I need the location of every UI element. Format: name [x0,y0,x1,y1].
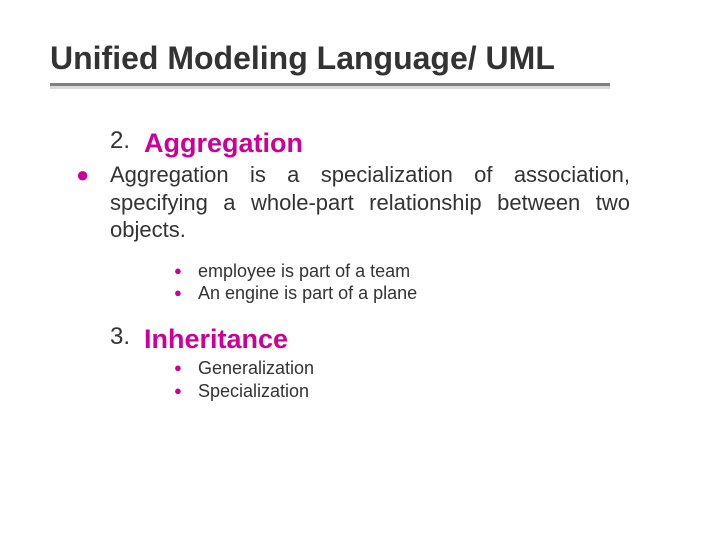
sublist-text: employee is part of a team [198,260,410,283]
bullet-icon: ● [174,380,198,402]
sublist-text: Generalization [198,357,314,380]
sublist-text: Specialization [198,380,309,403]
list-heading: Aggregation [144,127,303,159]
list-number: 2. [110,127,144,155]
slide-title: Unified Modeling Language/ UML [50,40,670,77]
list-item: 2. Aggregation [110,127,630,159]
list-description-row: ● Aggregation is a specialization of ass… [76,161,630,244]
bullet-icon: ● [174,282,198,304]
bullet-icon: ● [174,260,198,282]
list-number: 3. [110,323,144,351]
list-item: 3. Inheritance [110,323,630,355]
sublist: ● Generalization ● Specialization [174,357,630,402]
sublist-item: ● Specialization [174,380,630,403]
slide: Unified Modeling Language/ UML 2. Aggreg… [0,0,720,540]
sublist-text: An engine is part of a plane [198,282,417,305]
list-heading: Inheritance [144,323,288,355]
sublist-item: ● employee is part of a team [174,260,630,283]
slide-body: 2. Aggregation ● Aggregation is a specia… [110,127,630,402]
title-underline [50,83,610,89]
bullet-icon: ● [76,161,110,189]
sublist-item: ● An engine is part of a plane [174,282,630,305]
list-description: Aggregation is a specialization of assoc… [110,161,630,244]
bullet-icon: ● [174,357,198,379]
sublist-item: ● Generalization [174,357,630,380]
sublist: ● employee is part of a team ● An engine… [174,260,630,305]
